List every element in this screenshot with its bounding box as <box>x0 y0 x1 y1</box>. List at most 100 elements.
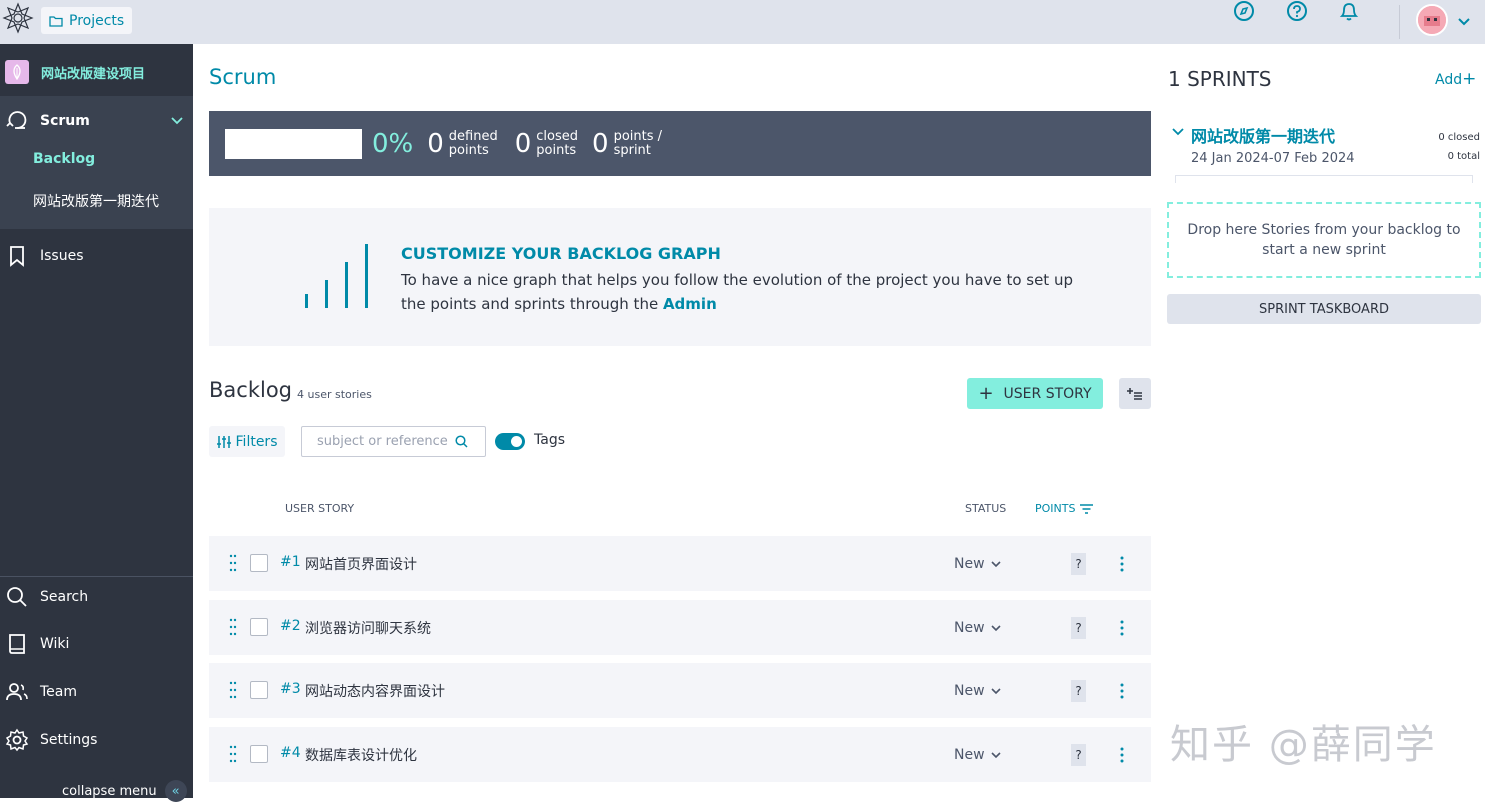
drag-handle-icon[interactable] <box>229 618 237 636</box>
story-subject[interactable]: 数据库表设计优化 <box>305 745 417 765</box>
drag-handle-icon[interactable] <box>229 745 237 763</box>
sprint-dropzone[interactable]: Drop here Stories from your backlog to s… <box>1167 202 1481 278</box>
tags-toggle[interactable] <box>495 433 525 450</box>
promo-title: CUSTOMIZE YOUR BACKLOG GRAPH <box>401 244 721 263</box>
project-logo-icon <box>5 60 29 84</box>
status-value: New <box>954 556 985 572</box>
sidebar-item-wiki[interactable]: Wiki <box>0 629 193 659</box>
story-ref[interactable]: #3 <box>280 681 301 697</box>
sidebar-item-scrum[interactable]: Scrum <box>0 106 193 136</box>
table-row[interactable]: #3 网站动态内容界面设计 New ? <box>209 663 1151 718</box>
scrum-label: Scrum <box>40 113 90 129</box>
chevron-down-icon[interactable] <box>1457 17 1471 26</box>
sprint-name[interactable]: 网站改版第一期迭代 <box>1191 123 1335 147</box>
add-user-story-button[interactable]: + USER STORY <box>967 378 1103 409</box>
story-ref[interactable]: #1 <box>280 554 301 570</box>
story-ref[interactable]: #2 <box>280 618 301 634</box>
sidebar-project[interactable]: 网站改版建设项目 <box>0 56 193 88</box>
points-badge[interactable]: ? <box>1071 553 1086 575</box>
points-badge[interactable]: ? <box>1071 680 1086 702</box>
points-header-label: POINTS <box>1035 502 1076 515</box>
row-checkbox[interactable] <box>250 745 268 763</box>
status-dropdown[interactable]: New <box>954 556 1001 572</box>
sidebar-item-team[interactable]: Team <box>0 677 193 707</box>
points-badge[interactable]: ? <box>1071 744 1086 766</box>
sidebar-item-issues[interactable]: Issues <box>0 241 193 271</box>
status-dropdown[interactable]: New <box>954 683 1001 699</box>
team-label: Team <box>40 684 78 700</box>
backlog-search-field[interactable] <box>301 426 486 457</box>
progress-percent: 0% <box>372 128 414 159</box>
chevron-down-icon[interactable] <box>1172 128 1184 136</box>
page-title: Scrum <box>209 65 277 89</box>
chevron-down-icon <box>990 560 1001 567</box>
bulk-options-button[interactable] <box>1119 378 1151 409</box>
row-checkbox[interactable] <box>250 618 268 636</box>
sprint-taskboard-button[interactable]: SPRINT TASKBOARD <box>1167 294 1481 324</box>
story-ref[interactable]: #4 <box>280 745 301 761</box>
column-header-status: STATUS <box>965 502 1007 515</box>
column-header-points[interactable]: POINTS <box>1035 502 1094 515</box>
sidebar-item-search[interactable]: Search <box>0 582 193 612</box>
issues-label: Issues <box>40 248 84 264</box>
scrum-cycle-icon <box>6 111 27 129</box>
bookmark-icon <box>10 246 24 267</box>
customize-graph-panel: CUSTOMIZE YOUR BACKLOG GRAPH To have a n… <box>209 208 1151 346</box>
status-value: New <box>954 683 985 699</box>
more-options-icon[interactable] <box>1117 683 1127 699</box>
compass-icon[interactable] <box>1231 0 1257 26</box>
points-badge[interactable]: ? <box>1071 617 1086 639</box>
closed-points-stat: 0 closed points <box>515 129 578 159</box>
status-dropdown[interactable]: New <box>954 620 1001 636</box>
filters-button[interactable]: Filters <box>209 426 285 457</box>
admin-link[interactable]: Admin <box>663 295 717 313</box>
tags-label: Tags <box>534 432 565 448</box>
points-sprint-label-2: sprint <box>613 142 651 158</box>
sidebar: 网站改版建设项目 Scrum Backlog 网站改版第一期迭代 Issues … <box>0 44 193 802</box>
sidebar-item-backlog[interactable]: Backlog <box>33 151 95 167</box>
more-options-icon[interactable] <box>1117 620 1127 636</box>
chevron-down-icon <box>990 687 1001 694</box>
gear-icon <box>5 728 29 752</box>
avatar-image-icon <box>1418 6 1446 34</box>
table-row[interactable]: #1 网站首页界面设计 New ? <box>209 536 1151 591</box>
settings-label: Settings <box>40 732 98 748</box>
story-subject[interactable]: 浏览器访问聊天系统 <box>305 618 431 638</box>
points-sprint-stat: 0 points / sprint <box>592 129 662 159</box>
progress-bar <box>225 128 362 159</box>
table-row[interactable]: #2 浏览器访问聊天系统 New ? <box>209 600 1151 655</box>
sprints-title: 1 SPRINTS <box>1168 67 1272 91</box>
collapse-menu-button[interactable]: collapse menu « <box>62 780 187 802</box>
sprint-dates: 24 Jan 2024-07 Feb 2024 <box>1191 151 1355 166</box>
more-options-icon[interactable] <box>1117 747 1127 763</box>
user-avatar[interactable] <box>1416 4 1448 36</box>
sprint-progress-bracket <box>1175 175 1473 183</box>
table-row[interactable]: #4 数据库表设计优化 New ? <box>209 727 1151 782</box>
closed-points-value: 0 <box>514 128 532 159</box>
plus-icon: + <box>1462 69 1477 89</box>
projects-button[interactable]: Projects <box>41 7 133 34</box>
more-options-icon[interactable] <box>1117 556 1127 572</box>
defined-points-stat: 0 defined points <box>427 129 497 159</box>
sidebar-item-sprint[interactable]: 网站改版第一期迭代 <box>33 191 159 211</box>
watermark-text: 知乎 @薛同学 <box>1170 722 1437 768</box>
status-dropdown[interactable]: New <box>954 747 1001 763</box>
row-checkbox[interactable] <box>250 681 268 699</box>
sidebar-item-settings[interactable]: Settings <box>0 725 193 755</box>
help-icon[interactable] <box>1284 0 1310 26</box>
drag-handle-icon[interactable] <box>229 681 237 699</box>
taiga-logo-icon[interactable] <box>2 2 34 34</box>
points-sprint-label-1: points / <box>613 128 663 144</box>
row-checkbox[interactable] <box>250 554 268 572</box>
backlog-search-input[interactable] <box>317 434 455 449</box>
chevron-down-icon[interactable] <box>171 117 183 125</box>
add-sprint-label: Add <box>1435 72 1463 88</box>
story-subject[interactable]: 网站动态内容界面设计 <box>305 681 445 701</box>
drag-handle-icon[interactable] <box>229 554 237 572</box>
bell-icon[interactable] <box>1336 0 1362 26</box>
plus-icon: + <box>978 382 994 404</box>
add-sprint-button[interactable]: Add+ <box>1435 69 1476 89</box>
points-sprint-value: 0 <box>592 128 609 159</box>
team-icon <box>6 683 28 701</box>
story-subject[interactable]: 网站首页界面设计 <box>305 554 417 574</box>
